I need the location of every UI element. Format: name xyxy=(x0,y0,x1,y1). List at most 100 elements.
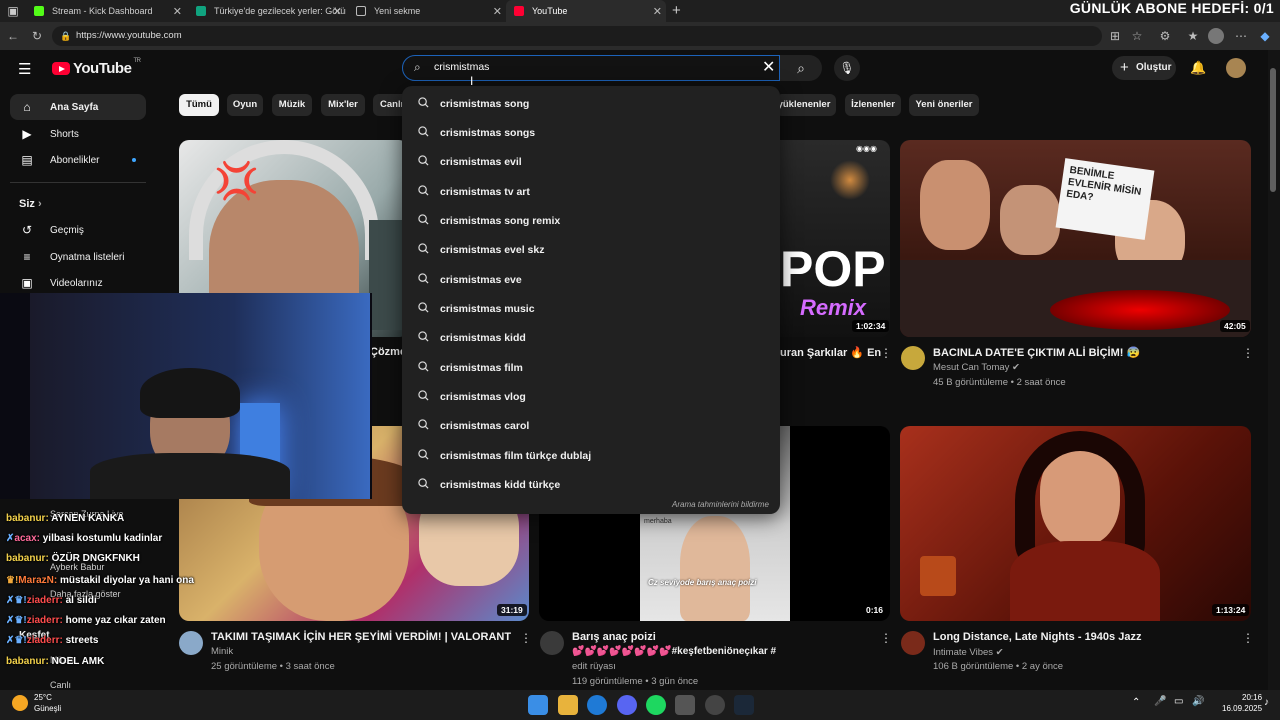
notifications-bell-icon[interactable]: 🔔 xyxy=(1190,60,1206,76)
copilot-icon[interactable]: ◆ xyxy=(1256,27,1274,45)
favorite-star-icon[interactable]: ☆ xyxy=(1128,27,1146,45)
weather-icon[interactable] xyxy=(12,695,28,711)
menu-dots-icon[interactable]: ⋯ xyxy=(1232,27,1250,45)
back-icon[interactable]: ← xyxy=(4,27,22,45)
channel-avatar[interactable] xyxy=(179,631,203,655)
channel-avatar[interactable] xyxy=(901,346,925,370)
apps-icon[interactable]: ⊞ xyxy=(1106,27,1124,45)
tab-actions-icon[interactable]: ▣ xyxy=(4,2,22,20)
more-options-icon[interactable]: ⋮ xyxy=(880,631,892,645)
woman-dress xyxy=(1010,541,1160,621)
close-icon[interactable]: ✕ xyxy=(493,5,502,18)
channel-name[interactable]: edit rüyası xyxy=(572,661,616,672)
chip-gaming[interactable]: Oyun xyxy=(227,94,263,116)
chip-new-to-you[interactable]: Yeni öneriler xyxy=(909,94,979,116)
new-tab-button[interactable]: + xyxy=(672,2,681,19)
suggestion-item[interactable]: crismistmas kidd türkçe xyxy=(402,470,780,499)
tab-youtube[interactable]: YouTube ✕ xyxy=(506,0,666,22)
more-options-icon[interactable]: ⋮ xyxy=(1242,346,1254,360)
profile-icon[interactable] xyxy=(1208,28,1224,44)
start-icon[interactable] xyxy=(528,695,548,715)
edge-icon[interactable] xyxy=(587,695,607,715)
more-options-icon[interactable]: ⋮ xyxy=(1242,631,1254,645)
tab-new[interactable]: Yeni sekme ✕ xyxy=(348,2,506,20)
close-icon[interactable]: ✕ xyxy=(173,5,182,18)
close-icon[interactable]: ✕ xyxy=(333,5,342,18)
search-input[interactable]: crismistmas xyxy=(434,61,489,73)
sidebar-item-playlists[interactable]: ≡ Oynatma listeleri xyxy=(10,244,146,270)
more-options-icon[interactable]: ⋮ xyxy=(520,631,532,645)
search-button[interactable]: ⌕ xyxy=(780,55,822,81)
suggestion-item[interactable]: crismistmas eve xyxy=(402,265,780,294)
scrollbar-thumb[interactable] xyxy=(1270,68,1276,192)
sidebar-item-shorts[interactable]: ▶ Shorts xyxy=(10,121,146,147)
account-avatar[interactable] xyxy=(1226,58,1246,78)
tab-turkiye[interactable]: Türkiye'de gezilecek yerler: Görün ✕ xyxy=(188,2,346,20)
report-predictions-link[interactable]: Arama tahminlerini bildirme xyxy=(672,500,769,509)
more-options-icon[interactable]: ⋮ xyxy=(880,346,892,360)
video-title-line2[interactable]: 💕💕💕💕💕💕💕💕#keşfetbeniöneçıkar # xyxy=(572,646,776,657)
video-title[interactable]: BACINLA DATE'E ÇIKTIM ALİ BİÇİM! 😰 xyxy=(933,346,1140,359)
sidebar-item-live[interactable]: Canlı xyxy=(50,680,71,690)
voice-search-icon[interactable]: 🎙 xyxy=(834,55,860,81)
video-title[interactable]: TAKIMI TAŞIMAK İÇİN HER ŞEYİMİ VERDİM! |… xyxy=(211,631,511,643)
microphone-icon[interactable]: 🎤 xyxy=(1154,696,1166,707)
video-title[interactable]: Long Distance, Late Nights - 1940s Jazz xyxy=(933,631,1141,643)
channel-avatar[interactable] xyxy=(540,631,564,655)
extensions-icon[interactable]: ⚙ xyxy=(1156,27,1174,45)
suggestion-item[interactable]: crismistmas film xyxy=(402,353,780,382)
video-thumbnail[interactable] xyxy=(900,426,1251,621)
video-thumbnail[interactable]: BENİMLE EVLENİR MİSİN EDA? xyxy=(900,140,1251,337)
suggestion-item[interactable]: crismistmas carol xyxy=(402,411,780,440)
suggestion-item[interactable]: crismistmas film türkçe dublaj xyxy=(402,441,780,470)
spotify-icon[interactable] xyxy=(646,695,666,715)
clear-search-icon[interactable]: ✕ xyxy=(762,57,775,77)
youtube-logo[interactable]: YouTube TR xyxy=(52,58,141,77)
sidebar-section-you[interactable]: Siz › xyxy=(19,198,42,210)
sidebar-item-subscriptions[interactable]: ▤ Abonelikler xyxy=(10,147,146,173)
steam-icon[interactable] xyxy=(734,695,754,715)
chevron-up-icon[interactable]: ⌃ xyxy=(1132,697,1140,708)
discord-icon[interactable] xyxy=(617,695,637,715)
reload-icon[interactable]: ↻ xyxy=(28,27,46,45)
suggestion-item[interactable]: crismistmas kidd xyxy=(402,323,780,352)
notification-icon[interactable]: ♪ xyxy=(1264,697,1269,708)
app-icon[interactable] xyxy=(675,695,695,715)
channel-name[interactable]: Minik xyxy=(211,646,233,657)
network-icon[interactable]: ▭ xyxy=(1174,696,1183,707)
create-button[interactable]: + Oluştur xyxy=(1112,56,1176,80)
volume-icon[interactable]: 🔊 xyxy=(1192,696,1204,707)
suggestion-item[interactable]: crismistmas music xyxy=(402,294,780,323)
chip-watched[interactable]: İzlenenler xyxy=(845,94,901,116)
url-field[interactable]: 🔒 https://www.youtube.com xyxy=(52,26,1102,46)
weather-widget[interactable]: 25°C Güneşli xyxy=(34,692,61,714)
close-icon[interactable]: ✕ xyxy=(653,5,662,18)
video-title[interactable]: uran Şarkılar 🔥 En xyxy=(780,346,881,359)
channel-avatar[interactable] xyxy=(901,631,925,655)
suggestion-item[interactable]: crismistmas evil xyxy=(402,147,780,176)
sidebar-item-history[interactable]: ↺ Geçmiş xyxy=(10,217,146,243)
favorites-icon[interactable]: ★ xyxy=(1184,27,1202,45)
suggestion-item[interactable]: crismistmas tv art xyxy=(402,177,780,206)
sidebar-item-home[interactable]: ⌂ Ana Sayfa xyxy=(10,94,146,120)
video-title[interactable]: Barış anaç poizi xyxy=(572,631,656,643)
suggestion-item[interactable]: crismistmas evel skz xyxy=(402,235,780,264)
video-duration: 42:05 xyxy=(1220,320,1250,332)
chip-all[interactable]: Tümü xyxy=(179,94,219,116)
chip-mixes[interactable]: Mix'ler xyxy=(321,94,365,116)
chip-music[interactable]: Müzik xyxy=(272,94,312,116)
file-explorer-icon[interactable] xyxy=(558,695,578,715)
channel-name[interactable]: Intimate Vibes ✔ xyxy=(933,647,1004,658)
suggestion-item[interactable]: crismistmas songs xyxy=(402,118,780,147)
suggestion-item[interactable]: crismistmas vlog xyxy=(402,382,780,411)
video-title[interactable]: Çözme xyxy=(370,346,406,358)
channel-name[interactable]: Mesut Can Tomay ✔ xyxy=(933,362,1020,373)
suggestion-item[interactable]: crismistmas song xyxy=(402,89,780,118)
suggestion-item[interactable]: crismistmas song remix xyxy=(402,206,780,235)
plus-icon: + xyxy=(1120,59,1129,76)
hamburger-menu-icon[interactable]: ☰ xyxy=(18,60,31,78)
app-icon[interactable] xyxy=(705,695,725,715)
chip-recently-uploaded[interactable]: yüklenenler xyxy=(772,94,836,116)
taskbar-clock[interactable]: 20:16 16.09.2025 xyxy=(1222,692,1262,714)
tab-kick[interactable]: Stream - Kick Dashboard ✕ xyxy=(26,2,186,20)
